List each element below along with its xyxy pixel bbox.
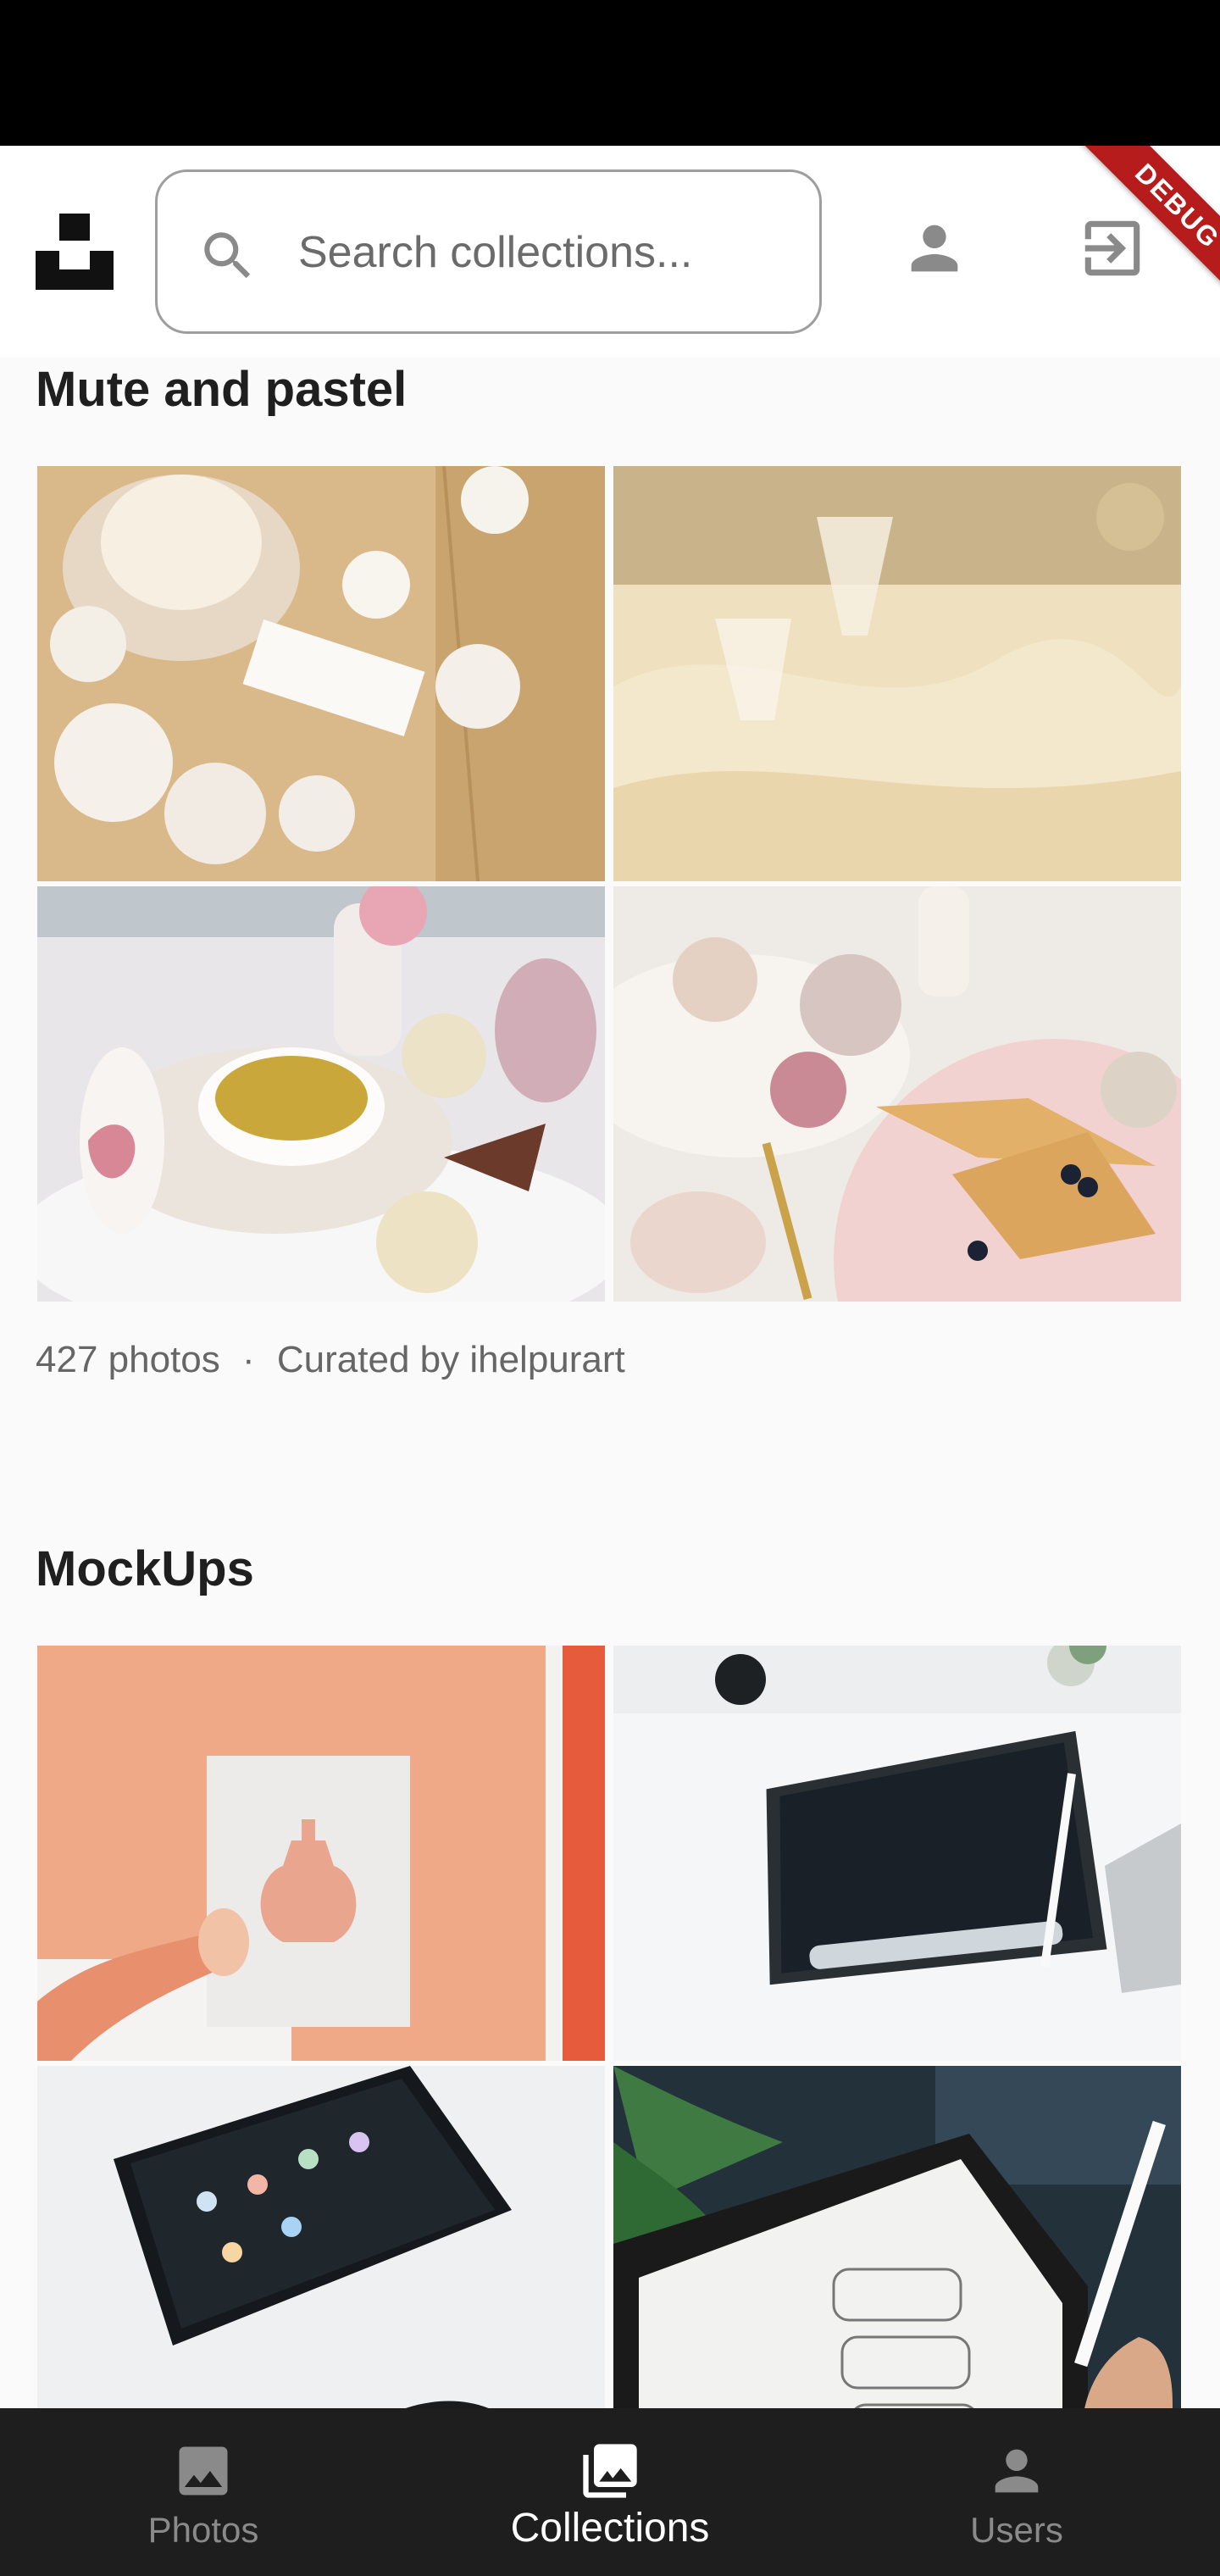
- nav-label-collections: Collections: [510, 2506, 710, 2551]
- meta-separator: ·: [241, 1339, 255, 1380]
- nav-label-users: Users: [970, 2510, 1063, 2550]
- collection-title[interactable]: Mute and pastel: [36, 361, 407, 418]
- app-bar: [0, 146, 1220, 358]
- status-bar: [0, 0, 1220, 146]
- nav-item-photos[interactable]: Photos: [0, 2408, 407, 2576]
- user-icon: [995, 2449, 1039, 2493]
- photo-count: 427 photos: [36, 1339, 220, 1380]
- collection-photo-candle-petals[interactable]: [37, 466, 605, 881]
- collections-icon: [583, 2444, 637, 2498]
- search-box[interactable]: [155, 169, 822, 334]
- nav-item-users[interactable]: Users: [813, 2408, 1220, 2576]
- photo-icon: [179, 2446, 228, 2496]
- unsplash-logo-icon[interactable]: [36, 214, 114, 290]
- curator-link[interactable]: Curated by ihelpurart: [277, 1339, 625, 1380]
- nav-label-photos: Photos: [147, 2510, 259, 2550]
- collection-photo-champagne-glasses[interactable]: [613, 466, 1181, 881]
- profile-icon[interactable]: [900, 214, 969, 283]
- collection-photo-poster-mockup[interactable]: [37, 1646, 605, 2061]
- collection-meta: 427 photos · Curated by ihelpurart: [36, 1339, 625, 1381]
- collection-photo-tablet-sketch[interactable]: [613, 2066, 1181, 2408]
- collection-photo-tea-cup[interactable]: [37, 886, 605, 1302]
- bottom-navigation: Photos Collections Users: [0, 2408, 1220, 2576]
- collection-photo-crepes[interactable]: [613, 886, 1181, 1302]
- collection-title[interactable]: MockUps: [36, 1541, 254, 1597]
- collection-photo-tablet-headphones[interactable]: [37, 2066, 605, 2408]
- collection-photo-tablet-desk[interactable]: [613, 1646, 1181, 2061]
- search-icon: [204, 232, 251, 279]
- collections-list[interactable]: Mute and pastel 427 photos · Curated by …: [0, 358, 1220, 2408]
- logout-icon[interactable]: [1076, 212, 1149, 285]
- search-input[interactable]: [298, 214, 790, 291]
- nav-item-collections[interactable]: Collections: [407, 2408, 813, 2576]
